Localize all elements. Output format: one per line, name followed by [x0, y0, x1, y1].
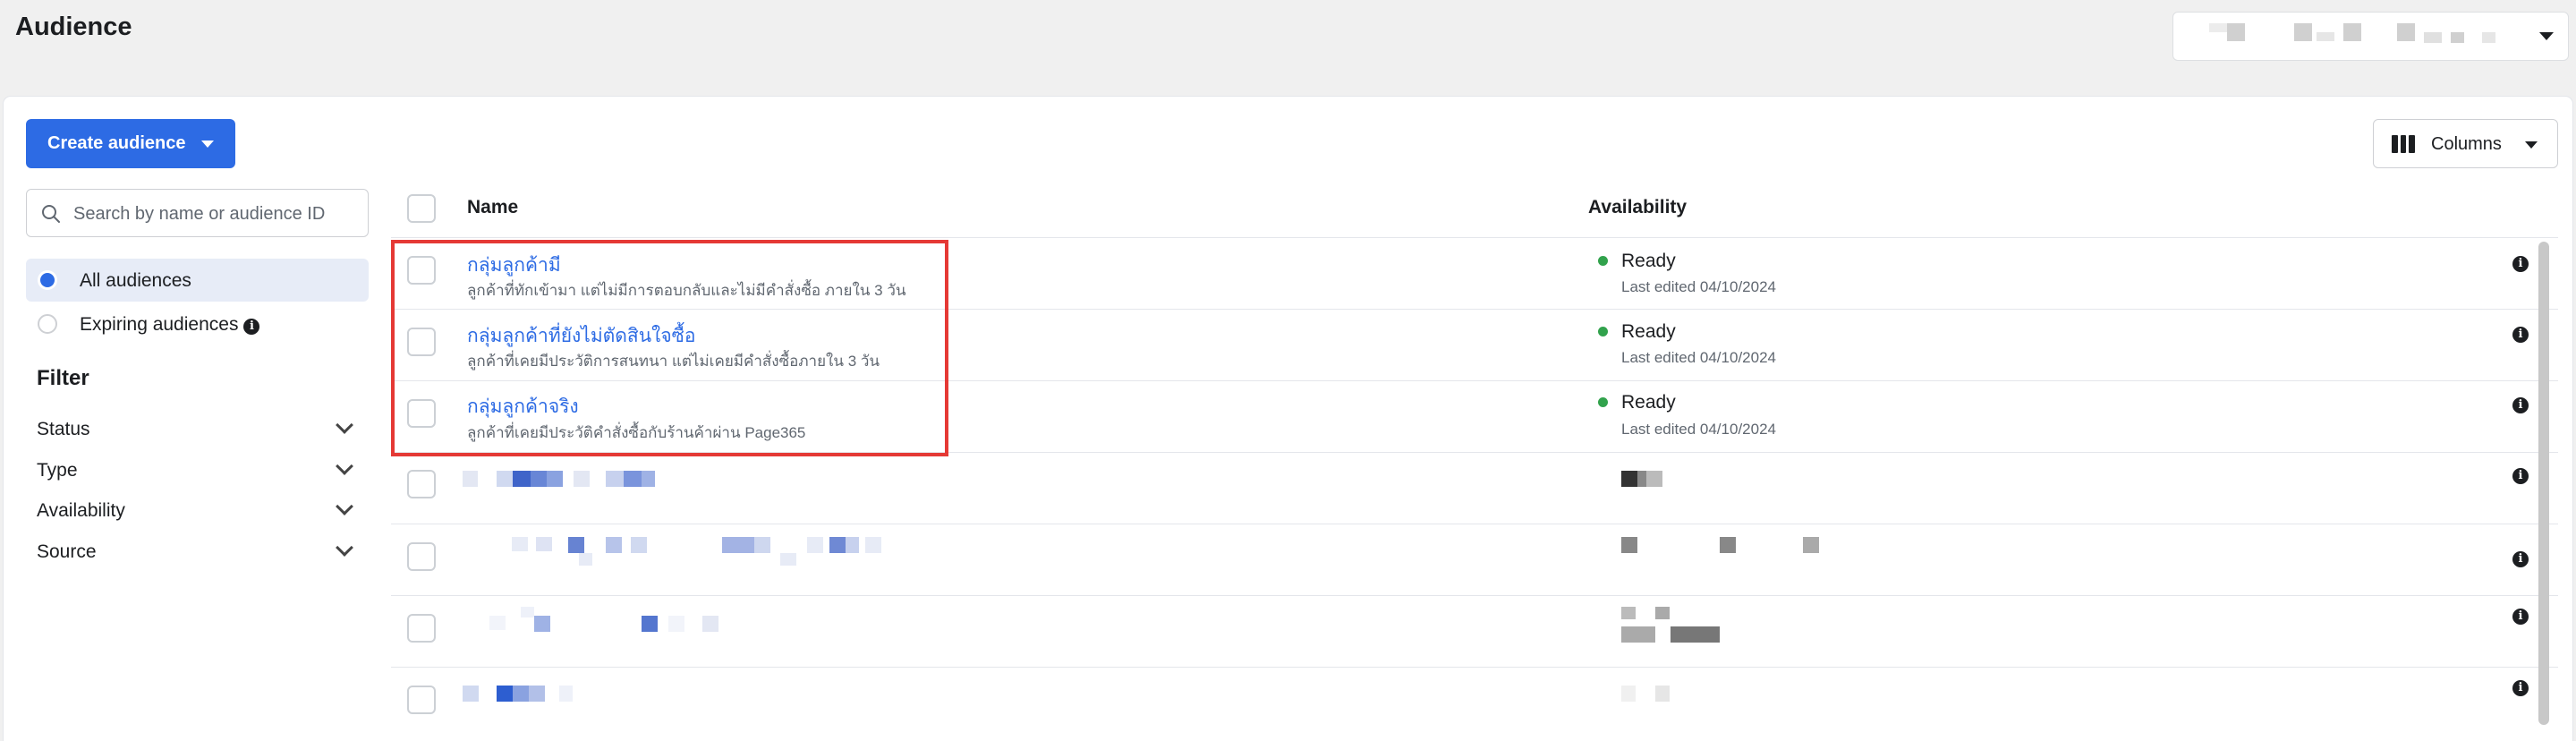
chevron-down-icon — [2539, 32, 2554, 40]
scrollbar[interactable] — [2538, 242, 2549, 725]
view-label: Expiring audiences — [80, 314, 239, 335]
last-edited: Last edited 04/10/2024 — [1621, 349, 1776, 366]
info-icon[interactable]: i — [2512, 609, 2529, 625]
status-ready-dot — [1598, 397, 1608, 407]
status-ready-dot — [1598, 256, 1608, 266]
page-title: Audience — [15, 13, 132, 41]
caret-down-icon — [2525, 141, 2538, 149]
row-checkbox[interactable] — [407, 542, 436, 571]
obscured-availability — [1621, 471, 1675, 489]
filter-label: Source — [37, 541, 97, 562]
view-label-wrap: Expiring audiences i — [80, 314, 260, 336]
info-icon[interactable]: i — [2512, 397, 2529, 413]
audience-description: ลูกค้าที่เคยมีประวัติการสนทนา แต่ไม่เคยม… — [467, 353, 880, 370]
table-row[interactable]: กลุ่มลูกค้าจริง ลูกค้าที่เคยมีประวัติคำส… — [391, 381, 2558, 453]
obscured-name — [463, 471, 731, 489]
filter-label: Availability — [37, 500, 125, 521]
filter-source[interactable]: Source — [37, 534, 356, 570]
table-row-obscured[interactable]: i — [391, 668, 2558, 739]
row-checkbox[interactable] — [407, 614, 436, 643]
audience-name-link[interactable]: กลุ่มลูกค้ามี — [467, 251, 561, 280]
select-all-checkbox[interactable] — [407, 194, 436, 223]
search-box — [26, 189, 369, 237]
availability-status: Ready — [1621, 251, 1676, 271]
table-row[interactable]: กลุ่มลูกค้าที่ยังไม่ตัดสินใจซื้อ ลูกค้าท… — [391, 310, 2558, 381]
view-all-audiences[interactable]: All audiences — [26, 259, 369, 302]
audience-description: ลูกค้าที่เคยมีประวัติคำสั่งซื้อกับร้านค้… — [467, 424, 806, 441]
audience-description: ลูกค้าที่ทักเข้ามา แต่ไม่มีการตอบกลับและ… — [467, 282, 906, 299]
obscured-account-name — [2173, 13, 2570, 62]
view-expiring-audiences[interactable]: Expiring audiences i — [26, 302, 369, 345]
chevron-down-icon — [336, 539, 353, 557]
filter-label: Status — [37, 419, 90, 439]
audience-name-link[interactable]: กลุ่มลูกค้าที่ยังไม่ตัดสินใจซื้อ — [467, 321, 696, 351]
table-row-obscured[interactable]: i — [391, 524, 2558, 596]
availability-status: Ready — [1621, 392, 1676, 413]
column-header-name[interactable]: Name — [467, 197, 518, 218]
info-icon[interactable]: i — [243, 319, 260, 335]
obscured-name — [463, 686, 642, 703]
column-header-availability[interactable]: Availability — [1588, 197, 1687, 218]
audience-name-link[interactable]: กลุ่มลูกค้าจริง — [467, 392, 579, 422]
obscured-name — [472, 535, 973, 571]
chevron-down-icon — [336, 498, 353, 515]
info-icon[interactable]: i — [2512, 256, 2529, 272]
filter-availability[interactable]: Availability — [37, 493, 356, 529]
row-checkbox[interactable] — [407, 399, 436, 428]
table-header: Name Availability — [391, 182, 2558, 238]
filter-title: Filter — [37, 366, 89, 390]
radio-unselected[interactable] — [38, 314, 57, 334]
info-icon[interactable]: i — [2512, 468, 2529, 484]
radio-selected[interactable] — [38, 270, 57, 290]
chevron-down-icon — [336, 457, 353, 475]
obscured-availability — [1621, 607, 1729, 646]
caret-down-icon — [201, 141, 214, 148]
last-edited: Last edited 04/10/2024 — [1621, 278, 1776, 295]
ad-account-selector[interactable] — [2172, 12, 2569, 61]
row-checkbox[interactable] — [407, 328, 436, 356]
table-row-obscured[interactable]: i — [391, 596, 2558, 668]
info-icon[interactable]: i — [2512, 680, 2529, 696]
table-row-obscured[interactable]: i — [391, 453, 2558, 524]
info-icon[interactable]: i — [2512, 327, 2529, 343]
filter-status[interactable]: Status — [37, 412, 356, 447]
columns-button[interactable]: Columns — [2373, 119, 2558, 168]
chevron-down-icon — [336, 416, 353, 434]
table-row[interactable]: กลุ่มลูกค้ามี ลูกค้าที่ทักเข้ามา แต่ไม่ม… — [391, 238, 2558, 310]
obscured-name — [463, 607, 820, 643]
view-label: All audiences — [80, 270, 191, 291]
search-input[interactable] — [73, 200, 360, 227]
filter-type[interactable]: Type — [37, 453, 356, 489]
obscured-availability — [1621, 535, 1836, 555]
top-bar: Audience — [0, 0, 2576, 97]
row-checkbox[interactable] — [407, 256, 436, 285]
info-icon[interactable]: i — [2512, 551, 2529, 567]
row-checkbox[interactable] — [407, 686, 436, 714]
status-ready-dot — [1598, 327, 1608, 336]
audience-table: Name Availability กลุ่มลูกค้ามี ลูกค้าที… — [391, 182, 2558, 741]
create-audience-label: Create audience — [47, 133, 186, 153]
columns-icon — [2392, 135, 2416, 153]
search-icon — [42, 205, 60, 223]
create-audience-button[interactable]: Create audience — [26, 119, 235, 168]
last-edited: Last edited 04/10/2024 — [1621, 421, 1776, 438]
obscured-availability — [1621, 686, 1675, 703]
filter-label: Type — [37, 460, 78, 481]
columns-label: Columns — [2431, 134, 2502, 154]
availability-status: Ready — [1621, 321, 1676, 342]
row-checkbox[interactable] — [407, 470, 436, 498]
